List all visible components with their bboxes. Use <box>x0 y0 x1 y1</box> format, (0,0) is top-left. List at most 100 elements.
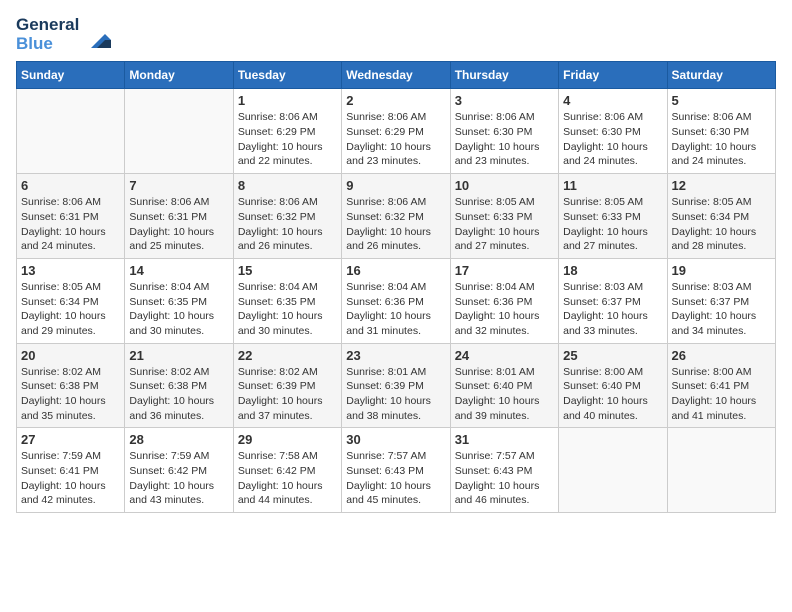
day-number: 3 <box>455 93 554 108</box>
calendar-week-2: 6 Sunrise: 8:06 AMSunset: 6:31 PMDaylight… <box>17 174 776 259</box>
day-number: 7 <box>129 178 228 193</box>
day-detail: Sunrise: 7:57 AMSunset: 6:43 PMDaylight:… <box>346 449 445 508</box>
weekday-header-monday: Monday <box>125 62 233 89</box>
weekday-header-thursday: Thursday <box>450 62 558 89</box>
calendar-cell: 1 Sunrise: 8:06 AMSunset: 6:29 PMDaylight… <box>233 89 341 174</box>
day-number: 22 <box>238 348 337 363</box>
weekday-header-saturday: Saturday <box>667 62 775 89</box>
calendar-cell: 15 Sunrise: 8:04 AMSunset: 6:35 PMDayligh… <box>233 258 341 343</box>
day-number: 6 <box>21 178 120 193</box>
day-number: 17 <box>455 263 554 278</box>
day-detail: Sunrise: 8:05 AMSunset: 6:34 PMDaylight:… <box>21 280 120 339</box>
day-number: 28 <box>129 432 228 447</box>
day-detail: Sunrise: 8:06 AMSunset: 6:30 PMDaylight:… <box>563 110 662 169</box>
calendar-cell: 28 Sunrise: 7:59 AMSunset: 6:42 PMDayligh… <box>125 428 233 513</box>
day-number: 10 <box>455 178 554 193</box>
page-header: General Blue <box>16 16 776 53</box>
day-detail: Sunrise: 8:00 AMSunset: 6:41 PMDaylight:… <box>672 365 771 424</box>
day-number: 19 <box>672 263 771 278</box>
calendar-cell: 12Sunrise: 8:05 AMSunset: 6:34 PMDayligh… <box>667 174 775 259</box>
day-detail: Sunrise: 8:02 AMSunset: 6:38 PMDaylight:… <box>21 365 120 424</box>
day-detail: Sunrise: 8:04 AMSunset: 6:35 PMDaylight:… <box>238 280 337 339</box>
day-detail: Sunrise: 8:04 AMSunset: 6:36 PMDaylight:… <box>346 280 445 339</box>
day-number: 1 <box>238 93 337 108</box>
calendar-cell <box>559 428 667 513</box>
day-number: 31 <box>455 432 554 447</box>
calendar-cell: 4Sunrise: 8:06 AMSunset: 6:30 PMDaylight… <box>559 89 667 174</box>
day-detail: Sunrise: 8:03 AMSunset: 6:37 PMDaylight:… <box>672 280 771 339</box>
day-detail: Sunrise: 8:04 AMSunset: 6:36 PMDaylight:… <box>455 280 554 339</box>
calendar-cell: 19 Sunrise: 8:03 AMSunset: 6:37 PMDayligh… <box>667 258 775 343</box>
day-number: 24 <box>455 348 554 363</box>
day-number: 13 <box>21 263 120 278</box>
day-number: 5 <box>672 93 771 108</box>
calendar-cell: 27Sunrise: 7:59 AMSunset: 6:41 PMDayligh… <box>17 428 125 513</box>
calendar-cell: 9 Sunrise: 8:06 AMSunset: 6:32 PMDaylight… <box>342 174 450 259</box>
day-number: 21 <box>129 348 228 363</box>
day-number: 18 <box>563 263 662 278</box>
day-detail: Sunrise: 8:01 AMSunset: 6:40 PMDaylight:… <box>455 365 554 424</box>
calendar-body: 1 Sunrise: 8:06 AMSunset: 6:29 PMDaylight… <box>17 89 776 513</box>
day-number: 2 <box>346 93 445 108</box>
calendar-cell: 18Sunrise: 8:03 AMSunset: 6:37 PMDayligh… <box>559 258 667 343</box>
day-detail: Sunrise: 8:02 AMSunset: 6:39 PMDaylight:… <box>238 365 337 424</box>
day-detail: Sunrise: 8:06 AMSunset: 6:32 PMDaylight:… <box>346 195 445 254</box>
day-number: 23 <box>346 348 445 363</box>
day-detail: Sunrise: 8:05 AMSunset: 6:34 PMDaylight:… <box>672 195 771 254</box>
calendar-cell: 29Sunrise: 7:58 AMSunset: 6:42 PMDayligh… <box>233 428 341 513</box>
day-detail: Sunrise: 8:06 AMSunset: 6:32 PMDaylight:… <box>238 195 337 254</box>
calendar-cell: 21Sunrise: 8:02 AMSunset: 6:38 PMDayligh… <box>125 343 233 428</box>
day-number: 16 <box>346 263 445 278</box>
day-number: 20 <box>21 348 120 363</box>
day-number: 9 <box>346 178 445 193</box>
day-detail: Sunrise: 8:04 AMSunset: 6:35 PMDaylight:… <box>129 280 228 339</box>
calendar-cell: 3 Sunrise: 8:06 AMSunset: 6:30 PMDaylight… <box>450 89 558 174</box>
calendar-cell: 30 Sunrise: 7:57 AMSunset: 6:43 PMDayligh… <box>342 428 450 513</box>
day-detail: Sunrise: 8:06 AMSunset: 6:31 PMDaylight:… <box>21 195 120 254</box>
logo: General Blue <box>16 16 113 53</box>
calendar-cell: 6 Sunrise: 8:06 AMSunset: 6:31 PMDaylight… <box>17 174 125 259</box>
day-number: 30 <box>346 432 445 447</box>
calendar-cell: 23 Sunrise: 8:01 AMSunset: 6:39 PMDayligh… <box>342 343 450 428</box>
logo-line1: General <box>16 16 79 35</box>
day-detail: Sunrise: 8:01 AMSunset: 6:39 PMDaylight:… <box>346 365 445 424</box>
weekday-header-tuesday: Tuesday <box>233 62 341 89</box>
logo-icon <box>83 20 113 50</box>
day-detail: Sunrise: 8:06 AMSunset: 6:30 PMDaylight:… <box>672 110 771 169</box>
calendar-cell: 14 Sunrise: 8:04 AMSunset: 6:35 PMDayligh… <box>125 258 233 343</box>
day-detail: Sunrise: 8:05 AMSunset: 6:33 PMDaylight:… <box>455 195 554 254</box>
calendar-cell: 17 Sunrise: 8:04 AMSunset: 6:36 PMDayligh… <box>450 258 558 343</box>
calendar-cell: 31 Sunrise: 7:57 AMSunset: 6:43 PMDayligh… <box>450 428 558 513</box>
calendar-table: SundayMondayTuesdayWednesdayThursdayFrid… <box>16 61 776 513</box>
day-detail: Sunrise: 8:06 AMSunset: 6:30 PMDaylight:… <box>455 110 554 169</box>
calendar-cell: 11Sunrise: 8:05 AMSunset: 6:33 PMDayligh… <box>559 174 667 259</box>
logo-line2: Blue <box>16 35 79 54</box>
calendar-week-1: 1 Sunrise: 8:06 AMSunset: 6:29 PMDaylight… <box>17 89 776 174</box>
calendar-cell: 5 Sunrise: 8:06 AMSunset: 6:30 PMDaylight… <box>667 89 775 174</box>
day-detail: Sunrise: 8:05 AMSunset: 6:33 PMDaylight:… <box>563 195 662 254</box>
calendar-cell: 2 Sunrise: 8:06 AMSunset: 6:29 PMDaylight… <box>342 89 450 174</box>
day-detail: Sunrise: 8:06 AMSunset: 6:29 PMDaylight:… <box>346 110 445 169</box>
day-detail: Sunrise: 7:57 AMSunset: 6:43 PMDaylight:… <box>455 449 554 508</box>
day-number: 25 <box>563 348 662 363</box>
day-number: 26 <box>672 348 771 363</box>
day-detail: Sunrise: 8:06 AMSunset: 6:29 PMDaylight:… <box>238 110 337 169</box>
calendar-cell: 24 Sunrise: 8:01 AMSunset: 6:40 PMDayligh… <box>450 343 558 428</box>
weekday-header-wednesday: Wednesday <box>342 62 450 89</box>
calendar-week-4: 20 Sunrise: 8:02 AMSunset: 6:38 PMDayligh… <box>17 343 776 428</box>
weekday-header-sunday: Sunday <box>17 62 125 89</box>
calendar-week-3: 13 Sunrise: 8:05 AMSunset: 6:34 PMDayligh… <box>17 258 776 343</box>
calendar-cell: 10 Sunrise: 8:05 AMSunset: 6:33 PMDayligh… <box>450 174 558 259</box>
calendar-cell: 16 Sunrise: 8:04 AMSunset: 6:36 PMDayligh… <box>342 258 450 343</box>
calendar-cell: 22 Sunrise: 8:02 AMSunset: 6:39 PMDayligh… <box>233 343 341 428</box>
day-detail: Sunrise: 7:59 AMSunset: 6:42 PMDaylight:… <box>129 449 228 508</box>
calendar-cell <box>17 89 125 174</box>
day-detail: Sunrise: 7:58 AMSunset: 6:42 PMDaylight:… <box>238 449 337 508</box>
day-number: 15 <box>238 263 337 278</box>
day-detail: Sunrise: 8:00 AMSunset: 6:40 PMDaylight:… <box>563 365 662 424</box>
day-detail: Sunrise: 8:06 AMSunset: 6:31 PMDaylight:… <box>129 195 228 254</box>
day-number: 8 <box>238 178 337 193</box>
calendar-cell <box>667 428 775 513</box>
calendar-week-5: 27Sunrise: 7:59 AMSunset: 6:41 PMDayligh… <box>17 428 776 513</box>
day-number: 14 <box>129 263 228 278</box>
